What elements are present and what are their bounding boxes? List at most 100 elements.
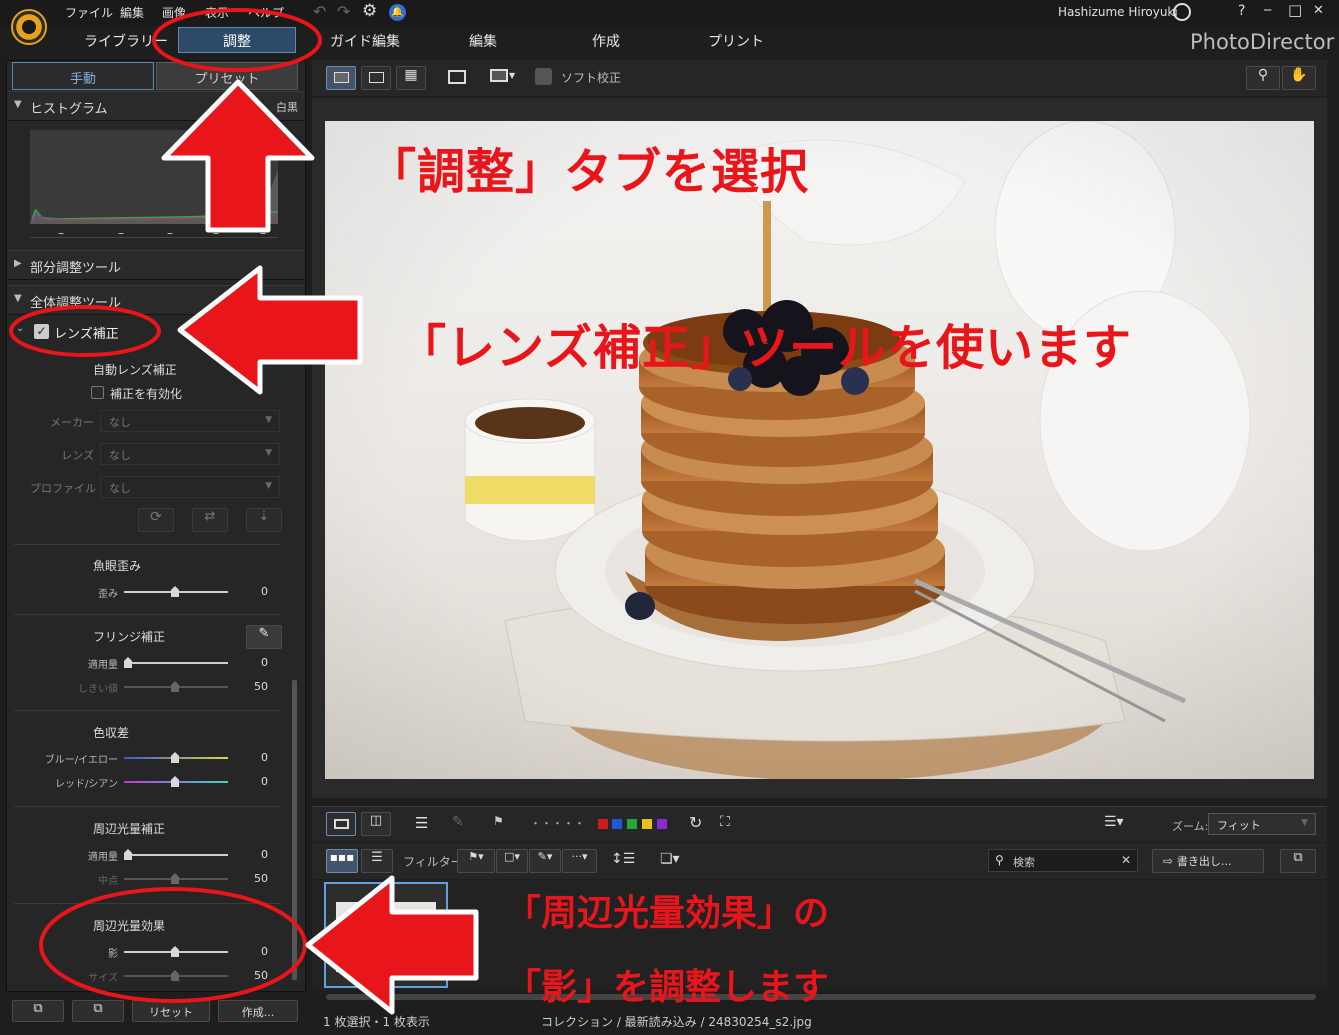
maker-value: なし [109, 416, 131, 429]
partial-tool-header[interactable]: ▶ 部分調整ツール [8, 250, 304, 280]
rating-dots[interactable]: ・・・・・ [530, 815, 585, 831]
zoom-tool-button[interactable]: ⚲ [1246, 66, 1280, 90]
monitor-dropdown-icon[interactable]: ▼ [509, 71, 515, 80]
monitor-icon[interactable] [490, 69, 508, 82]
vignette-size-value: 50 [254, 969, 268, 982]
filter-more-dropdown[interactable]: ···▾ [562, 849, 597, 873]
undo-icon[interactable]: ↶ [313, 2, 326, 21]
vignette-correction-title: 周辺光量補正 [93, 822, 166, 836]
hand-tool-button[interactable]: ✋ [1282, 66, 1316, 90]
external-open-button[interactable]: ⧉ [1280, 849, 1316, 873]
image-icon [369, 72, 384, 83]
color-label-red[interactable] [598, 819, 608, 829]
filmstrip-small-view-button[interactable] [326, 812, 356, 836]
filter-edit-dropdown[interactable]: ✎▾ [529, 849, 561, 873]
tab-adjust[interactable]: 調整 [178, 27, 296, 53]
menu-help[interactable]: ヘルプ [248, 4, 284, 21]
settings-gear-icon[interactable]: ⚙ [362, 1, 377, 21]
reset-label: リセット [149, 1006, 193, 1019]
search-placeholder: 検索 [1013, 856, 1035, 869]
divider [14, 710, 280, 711]
single-view-button[interactable] [326, 66, 356, 90]
download-profile-button[interactable]: ⇣ [246, 508, 282, 532]
stack-view-icon[interactable]: ❏▾ [660, 851, 680, 867]
grid-view-button[interactable]: ▦ [396, 66, 426, 90]
histogram-value-3: – [167, 226, 173, 240]
photo-preview[interactable] [325, 121, 1314, 779]
filmstrip-large-view-button[interactable]: ◫ [361, 812, 391, 836]
notification-bell-icon[interactable]: 🔔 [389, 4, 406, 21]
menu-edit[interactable]: 編集 [120, 4, 144, 21]
crop-icon[interactable]: ⛶ [720, 814, 730, 830]
tab-print[interactable]: プリント [708, 31, 764, 51]
vignette-correction-amount-value: 0 [261, 848, 268, 861]
filmstrip-thumbnail[interactable] [324, 882, 448, 988]
redo-icon[interactable]: ↷ [337, 2, 350, 21]
soft-proof-checkbox[interactable] [535, 68, 552, 85]
user-account-icon[interactable] [1173, 3, 1191, 21]
rotate-icon[interactable]: ↻ [689, 813, 702, 832]
color-label-purple[interactable] [657, 819, 667, 829]
color-label-green[interactable] [627, 819, 637, 829]
menu-file[interactable]: ファイル [65, 4, 113, 21]
left-panel-scrollbar[interactable] [292, 680, 297, 980]
global-tool-header[interactable]: ▼ 全体調整ツール [8, 285, 304, 315]
search-input[interactable]: ⚲ 検索 ✕ [988, 849, 1138, 872]
load-profile-button[interactable]: ⇄ [192, 508, 228, 532]
vignette-correction-amount-slider[interactable] [124, 854, 228, 856]
color-label-yellow[interactable] [642, 819, 652, 829]
zoom-dropdown[interactable]: フィット [1208, 813, 1316, 835]
menu-view[interactable]: 表示 [205, 4, 229, 21]
export-button[interactable]: ⇨ 書き出し... [1152, 849, 1264, 873]
copy-settings-button[interactable]: ⧉ [12, 1000, 64, 1022]
tab-create[interactable]: 作成 [592, 31, 620, 51]
lens-checkbox[interactable]: ✓ [34, 324, 49, 339]
compare-view-button[interactable] [361, 66, 391, 90]
filmstrip-list-mode-button[interactable]: ☰ [361, 849, 393, 873]
histogram-header[interactable]: ▼ ヒストグラム 白黒 [8, 91, 304, 121]
paste-settings-button[interactable]: ⧉ [72, 1000, 124, 1022]
sort-menu-icon[interactable]: ☰▾ [1104, 814, 1124, 830]
rotate-view-icon[interactable] [448, 70, 466, 84]
fringe-threshold-value: 50 [254, 680, 268, 693]
stack-icon[interactable]: ☰ [415, 814, 428, 832]
tab-library[interactable]: ライブラリー [84, 31, 168, 51]
ca-blue-yellow-value: 0 [261, 751, 268, 764]
search-icon: ⚲ [995, 853, 1004, 867]
expand-icon: ▶ [14, 258, 22, 269]
help-button[interactable]: ? [1238, 3, 1245, 19]
lens-dropdown[interactable]: なし [100, 443, 280, 465]
filter-frame-dropdown[interactable]: □▾ [496, 849, 528, 873]
tab-guided-edit[interactable]: ガイド編集 [330, 31, 400, 51]
auto-lens-label: 自動レンズ補正 [93, 363, 177, 377]
maker-dropdown[interactable]: なし [100, 410, 280, 432]
enable-correction-checkbox[interactable] [91, 386, 104, 399]
fringe-amount-slider[interactable] [124, 662, 228, 664]
lens-section-header[interactable]: ⌄ ✓ レンズ補正 [14, 320, 294, 344]
pencil-icon[interactable]: ✎ [452, 814, 464, 830]
filmstrip-thumb-mode-button[interactable]: ▪▪▪ [326, 849, 358, 873]
create-preset-button[interactable]: 作成... [218, 1000, 298, 1022]
minimize-button[interactable]: ─ [1264, 3, 1271, 17]
clear-search-icon[interactable]: ✕ [1121, 853, 1131, 867]
histogram-divider [30, 226, 278, 238]
thumbnail-image [336, 902, 436, 972]
reset-button[interactable]: リセット [132, 1000, 210, 1022]
fringe-picker-button[interactable]: ✎ [246, 625, 282, 649]
tab-manual[interactable]: 手動 [12, 62, 154, 90]
flag-icon[interactable]: ⚑ [493, 814, 504, 828]
filter-flag-dropdown[interactable]: ⚑▾ [457, 849, 495, 873]
profile-dropdown[interactable]: なし [100, 476, 280, 498]
refresh-profile-button[interactable]: ⟳ [138, 508, 174, 532]
close-button[interactable]: ✕ [1313, 3, 1324, 18]
maximize-button[interactable]: □ [1288, 1, 1302, 19]
lens-title: レンズ補正 [54, 327, 119, 342]
color-label-blue[interactable] [612, 819, 622, 829]
sort-order-icon[interactable]: ↕☰ [611, 851, 635, 867]
vignette-shadow-label: 影 [108, 949, 118, 960]
tab-edit[interactable]: 編集 [469, 31, 497, 51]
menu-image[interactable]: 画像 [162, 4, 186, 21]
tab-preset[interactable]: プリセット [156, 62, 298, 90]
export-label: 書き出し... [1176, 855, 1232, 868]
histogram-chart [30, 130, 278, 224]
